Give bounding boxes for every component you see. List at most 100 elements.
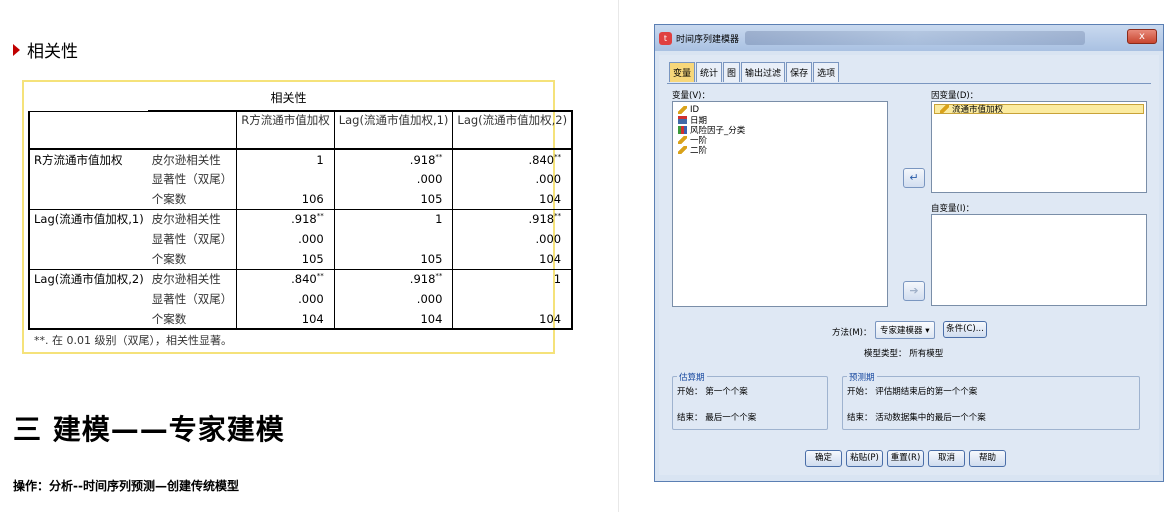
list-item[interactable]: 二阶 — [673, 145, 887, 156]
correlation-output: 相关性 R方流通市值加权 Lag(流通市值加权,1) Lag(流通市值加权,2)… — [22, 80, 574, 354]
list-item[interactable]: 流通市值加权 — [934, 104, 1144, 115]
model-type-label: 模型类型： 所有模型 — [864, 349, 944, 359]
help-button[interactable]: 帮助 — [969, 450, 1006, 467]
estimation-period-group: 估算期 开始： 第一个个案 结束： 最后一个个案 — [672, 371, 828, 430]
paste-button[interactable]: 粘贴(P) — [846, 450, 883, 467]
significance-mark: ** — [435, 152, 443, 161]
table-cell: .918** — [236, 208, 335, 229]
stat-label: 个案数 — [151, 251, 187, 266]
table-cell: .000 — [333, 169, 453, 189]
scale-icon — [940, 105, 949, 113]
dependent-list[interactable]: 流通市值加权 — [931, 101, 1147, 193]
table-cell: 105 — [333, 189, 453, 209]
table-header-row: R方流通市值加权 Lag(流通市值加权,1) Lag(流通市值加权,2) — [28, 110, 574, 149]
independent-label: 自变量(I)： — [931, 204, 975, 214]
table-row: 显著性（双尾） .000.000 — [28, 169, 574, 189]
table-cell: 104 — [236, 309, 335, 330]
table-cell: .000 — [333, 289, 453, 309]
cancel-button[interactable]: 取消 — [928, 450, 965, 467]
table-cell: 106 — [236, 189, 335, 209]
stat-label: 皮尔逊相关性 — [147, 208, 237, 229]
table-row: 个案数 104 104 104 — [28, 309, 574, 330]
significance-mark: ** — [554, 152, 562, 161]
conditions-button[interactable]: 条件(C)... — [943, 321, 987, 338]
page-title: 三 建模——专家建模 — [13, 413, 285, 446]
stat-label: 皮尔逊相关性 — [147, 268, 237, 289]
table-cell: 105 — [236, 249, 335, 269]
col-header: R方流通市值加权 — [236, 110, 335, 149]
date-icon — [678, 116, 687, 124]
table-cell: .840** — [236, 268, 335, 289]
table-cell: 104 — [452, 249, 574, 269]
estimation-legend: 估算期 — [677, 371, 707, 383]
tab-plots[interactable]: 图 — [723, 62, 741, 82]
table-cell: .000 — [452, 169, 574, 189]
move-to-independent-button[interactable]: ➔ — [903, 281, 925, 301]
tab-options[interactable]: 选项 — [813, 62, 840, 82]
table-cell — [452, 289, 574, 309]
forecast-start: 开始： 评估期结束后的第一个个案 — [847, 387, 978, 397]
table-row: Lag(流通市值加权,2) 皮尔逊相关性 .840** .918** 1 — [28, 268, 574, 289]
table-cell: 104 — [333, 309, 453, 330]
table-cell: 1 — [452, 268, 574, 289]
significance-mark: ** — [316, 212, 324, 221]
stat-label: 显著性（双尾） — [151, 292, 233, 306]
table-cell: 1 — [236, 148, 335, 169]
method-dropdown[interactable]: 专家建模器 ▾ — [875, 321, 935, 339]
table-cell: 104 — [452, 189, 574, 209]
tab-statistics[interactable]: 统计 — [696, 62, 723, 82]
operation-instructions: 操作：分析--时间序列预测—创建传统模型 — [13, 479, 239, 493]
table-cell — [236, 169, 335, 189]
forecast-end: 结束： 活动数据集中的最后一个个案 — [847, 413, 986, 423]
table-row: 个案数 106 105 104 — [28, 189, 574, 209]
table-cell: .918** — [333, 268, 453, 289]
row-label: Lag(流通市值加权,1) — [28, 208, 148, 229]
col-header: Lag(流通市值加权,1) — [333, 110, 453, 149]
move-to-dependent-button[interactable]: ↵ — [903, 168, 925, 188]
footnote: **. 在 0.01 级别（双尾），相关性显著。 — [34, 334, 232, 347]
blurred-toolbar-background — [745, 31, 1085, 45]
dialog-titlebar[interactable]: t 时间序列建模器 x — [655, 25, 1163, 51]
scale-icon — [678, 146, 687, 154]
close-button[interactable]: x — [1127, 29, 1157, 44]
variables-panel: 变量(V)： ID 日期 风险因子_分类 一阶 二阶 ↵ ➔ 因变量(D)： 流… — [667, 83, 1151, 467]
variables-label: 变量(V)： — [672, 91, 710, 101]
page-divider — [618, 0, 619, 512]
table-cell — [333, 229, 453, 249]
scale-icon — [678, 136, 687, 144]
significance-mark: ** — [554, 212, 562, 221]
independent-list[interactable] — [931, 214, 1147, 306]
scale-icon — [678, 106, 687, 114]
col-header: Lag(流通市值加权,2) — [452, 110, 574, 149]
row-label: R方流通市值加权 — [28, 148, 148, 169]
dialog-tabs: 变量 统计 图 输出过滤 保存 选项 — [669, 62, 840, 82]
stat-label: 显著性（双尾） — [151, 172, 233, 186]
table-row: 个案数 105 105 104 — [28, 249, 574, 269]
table-cell: 104 — [452, 309, 574, 330]
table-row: 显著性（双尾） .000.000 — [28, 229, 574, 249]
section-heading: 相关性 — [13, 37, 78, 62]
bullet-triangle-icon — [13, 43, 20, 56]
dialog-body: 变量 统计 图 输出过滤 保存 选项 变量(V)： ID 日期 风险因子_分类 … — [659, 55, 1159, 475]
forecast-legend: 预测期 — [847, 371, 877, 383]
dependent-label: 因变量(D)： — [931, 91, 979, 101]
estimation-start: 开始： 第一个个案 — [677, 387, 748, 397]
reset-button[interactable]: 重置(R) — [887, 450, 924, 467]
table-cell: .918** — [333, 148, 453, 169]
variables-list[interactable]: ID 日期 风险因子_分类 一阶 二阶 — [672, 101, 888, 307]
stat-label: 个案数 — [151, 191, 187, 206]
table-row: Lag(流通市值加权,1) 皮尔逊相关性 .918** 1.918** — [28, 208, 574, 229]
stat-label: 个案数 — [147, 309, 237, 330]
table-cell: 105 — [333, 249, 453, 269]
model-type-value: 所有模型 — [909, 349, 944, 359]
tab-output-filter[interactable]: 输出过滤 — [741, 62, 786, 82]
tab-variables[interactable]: 变量 — [669, 62, 696, 82]
document-area: 相关性 相关性 R方流通市值加权 Lag(流通市值加权,1) Lag(流通市值加… — [0, 0, 618, 512]
table-cell: .000 — [236, 229, 335, 249]
table-cell: .000 — [452, 229, 574, 249]
correlation-table: R方流通市值加权 Lag(流通市值加权,1) Lag(流通市值加权,2) R方流… — [28, 110, 574, 330]
section-heading-text: 相关性 — [27, 42, 78, 62]
significance-mark: ** — [316, 272, 324, 281]
ok-button[interactable]: 确定 — [805, 450, 842, 467]
tab-save[interactable]: 保存 — [786, 62, 813, 82]
